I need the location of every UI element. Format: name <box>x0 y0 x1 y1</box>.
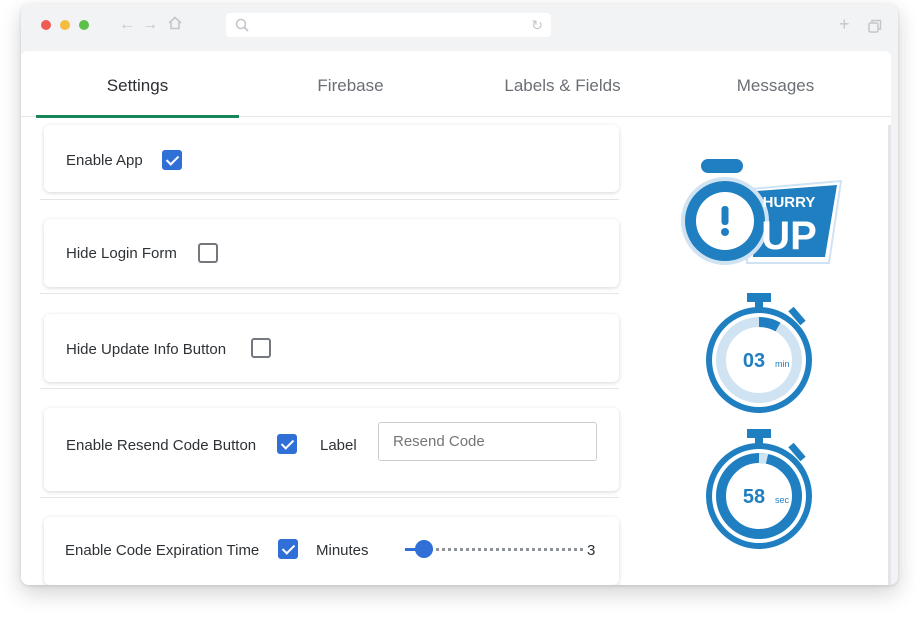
hide-update-info-button-label: Hide Update Info Button <box>66 341 227 358</box>
enable-resend-code-label: Enable Resend Code Button <box>66 437 257 454</box>
divider <box>40 388 619 389</box>
maximize-window-button[interactable] <box>79 20 89 30</box>
hide-update-info-button-checkbox[interactable] <box>251 338 271 358</box>
enable-resend-code-checkbox[interactable] <box>277 434 297 454</box>
resend-code-label-input[interactable] <box>378 422 597 461</box>
divider <box>40 199 619 200</box>
settings-page: Settings Firebase Labels & Fields Messag… <box>21 51 891 585</box>
slider-thumb[interactable] <box>415 540 433 558</box>
tab-settings[interactable]: Settings <box>36 51 239 118</box>
minutes-timer-value: 03 <box>743 350 765 372</box>
minutes-label: Minutes <box>316 542 369 559</box>
minutes-timer-illustration: 03 min <box>706 293 812 413</box>
minutes-value: 3 <box>587 542 596 559</box>
minutes-timer-unit: min <box>775 359 790 369</box>
enable-app-row: Enable App <box>44 125 619 192</box>
hurry-text: HURRY <box>763 194 816 211</box>
up-text: UP <box>761 214 817 258</box>
scrollbar[interactable] <box>888 125 891 585</box>
new-tab-plus-icon[interactable]: + <box>839 14 850 34</box>
enable-app-checkbox[interactable] <box>162 150 182 170</box>
enable-resend-code-row: Enable Resend Code Button Label <box>44 408 619 491</box>
hide-login-form-checkbox[interactable] <box>198 243 218 263</box>
search-icon <box>235 18 249 37</box>
tab-messages[interactable]: Messages <box>674 51 877 117</box>
seconds-timer-illustration: 58 sec <box>706 429 812 549</box>
seconds-timer-unit: sec <box>775 495 790 505</box>
tab-firebase[interactable]: Firebase <box>249 51 452 117</box>
enable-code-expiration-label: Enable Code Expiration Time <box>65 542 260 559</box>
back-arrow-icon[interactable]: ← <box>119 15 135 35</box>
hide-login-form-label: Hide Login Form <box>66 245 177 262</box>
tab-labels-fields[interactable]: Labels & Fields <box>461 51 664 117</box>
hide-login-form-row: Hide Login Form <box>44 219 619 287</box>
browser-toolbar: ← → ↻ + <box>21 4 898 48</box>
duplicate-window-icon[interactable] <box>868 17 882 37</box>
forward-arrow-icon[interactable]: → <box>142 15 158 35</box>
enable-app-label: Enable App <box>66 152 143 169</box>
home-icon[interactable] <box>168 16 182 36</box>
tab-bar: Settings Firebase Labels & Fields Messag… <box>21 51 891 118</box>
enable-code-expiration-row: Enable Code Expiration Time Minutes 3 <box>44 517 619 585</box>
minimize-window-button[interactable] <box>60 20 70 30</box>
resend-code-field-label: Label <box>320 437 357 454</box>
close-window-button[interactable] <box>41 20 51 30</box>
reload-icon[interactable]: ↻ <box>531 17 543 33</box>
hide-update-info-button-row: Hide Update Info Button <box>44 314 619 382</box>
seconds-timer-value: 58 <box>743 486 765 508</box>
hurry-up-alarm-illustration: HURRY UP <box>681 159 843 265</box>
address-bar[interactable]: ↻ <box>226 13 551 37</box>
divider <box>40 497 619 498</box>
browser-window: ← → ↻ + Settings Firebase Labels & Field… <box>21 4 898 585</box>
enable-code-expiration-checkbox[interactable] <box>278 539 298 559</box>
minutes-slider[interactable] <box>405 540 585 558</box>
divider <box>40 293 619 294</box>
